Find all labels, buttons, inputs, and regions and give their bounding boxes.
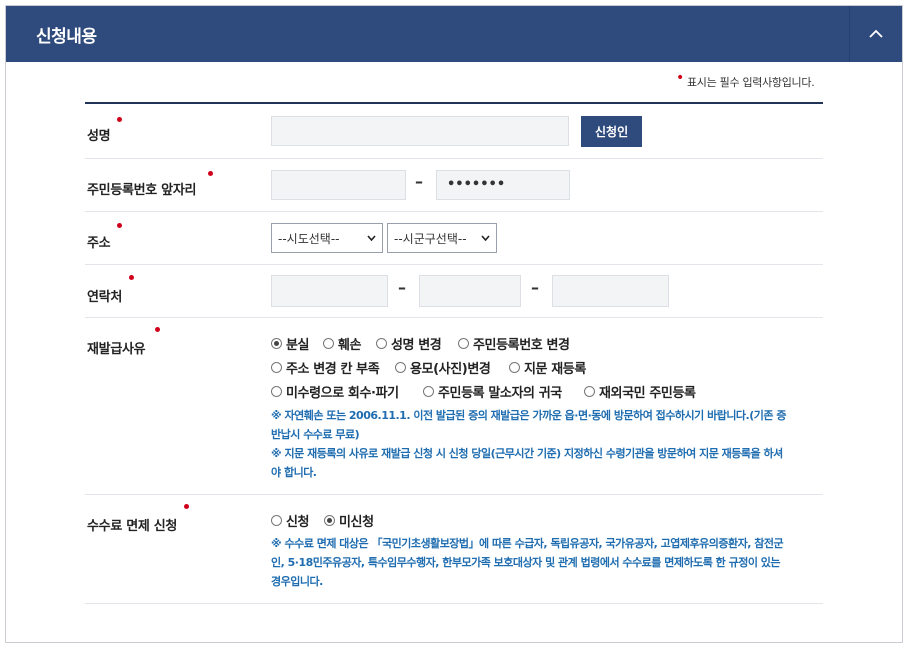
reason-option-unreceived[interactable]: 미수령으로 회수·파기 [271,382,399,401]
row-fee-exemption: 수수료 면제 신청 신청 미신청 ※ 수수료 면제 대상은 「국민기초생활보장법… [85,495,823,604]
radio-icon [376,338,387,349]
row-phone: 연락처 – – [85,265,823,318]
fee-note: ※ 수수료 면제 대상은 「국민기초생활보장법」에 따른 수급자, 독립유공자,… [271,537,784,588]
chevron-down-icon [481,235,490,241]
reason-option-deregistered-return[interactable]: 주민등록 말소자의 귀국 [423,382,562,401]
reason-option-photo-change[interactable]: 용모(사진)변경 [395,358,491,377]
sido-select[interactable]: --시도선택-- [271,223,383,253]
radio-icon [395,362,406,373]
radio-checked-icon [271,338,282,349]
chevron-down-icon [367,235,376,241]
required-dot [117,223,122,228]
radio-icon [323,338,334,349]
radio-icon [584,386,595,397]
name-label: 성명 [87,129,111,144]
name-input[interactable] [271,116,569,146]
rrn-label: 주민등록번호 앞자리 [87,183,197,198]
radio-icon [271,386,282,397]
application-form: 성명 신청인 주민등록번호 앞자리 – ••••••• 주소 --시도선택-- … [85,102,823,604]
radio-icon [423,386,434,397]
fee-option-apply[interactable]: 신청 [271,511,310,530]
radio-checked-icon [324,515,335,526]
applicant-button[interactable]: 신청인 [581,116,643,147]
phone-part2-input[interactable] [419,275,521,307]
radio-icon [509,362,520,373]
fee-label: 수수료 면제 신청 [87,519,178,534]
row-address: 주소 --시도선택-- --시군구선택-- [85,212,823,265]
reason-option-damaged[interactable]: 훼손 [323,334,362,353]
address-label: 주소 [87,236,111,251]
fee-option-not-apply[interactable]: 미신청 [324,511,374,530]
required-dot [155,327,160,332]
reason-option-fingerprint[interactable]: 지문 재등록 [509,358,586,377]
phone-part3-input[interactable] [552,275,669,307]
panel-header: 신청내용 [6,6,902,62]
radio-icon [458,338,469,349]
phone-label: 연락처 [87,290,122,305]
row-rrn: 주민등록번호 앞자리 – ••••••• [85,159,823,212]
rrn-dash: – [415,172,423,191]
rrn-front-input[interactable] [271,170,406,200]
required-dot [184,504,189,509]
reason-label: 재발급사유 [87,342,146,357]
reason-option-rrn-change[interactable]: 주민등록번호 변경 [458,334,570,353]
panel-title: 신청내용 [36,27,97,47]
radio-icon [271,515,282,526]
row-name: 성명 신청인 [85,104,823,159]
chevron-up-icon [869,29,883,38]
required-dot [208,171,213,176]
row-reason: 재발급사유 분실 훼손 성명 변경 주민등록번호 변경 주소 변경 칸 부족 용… [85,318,823,495]
reason-option-overseas[interactable]: 재외국민 주민등록 [584,382,696,401]
reason-option-name-change[interactable]: 성명 변경 [376,334,442,353]
reason-note: ※ 자연훼손 또는 2006.11.1. 이전 발급된 증의 재발급은 가까운 … [271,409,786,479]
phone-dash-2: – [531,278,539,297]
required-dot [129,275,134,280]
sigungu-select[interactable]: --시군구선택-- [387,223,497,253]
rrn-back-input[interactable]: ••••••• [436,170,570,200]
required-note: • 표시는 필수 입력사항입니다. [676,70,815,89]
phone-dash-1: – [398,278,406,297]
reason-option-address-space[interactable]: 주소 변경 칸 부족 [271,358,380,377]
required-dot [117,117,122,122]
reason-option-lost[interactable]: 분실 [271,334,310,353]
collapse-toggle-button[interactable] [849,6,902,62]
phone-part1-input[interactable] [271,275,388,307]
radio-icon [271,362,282,373]
